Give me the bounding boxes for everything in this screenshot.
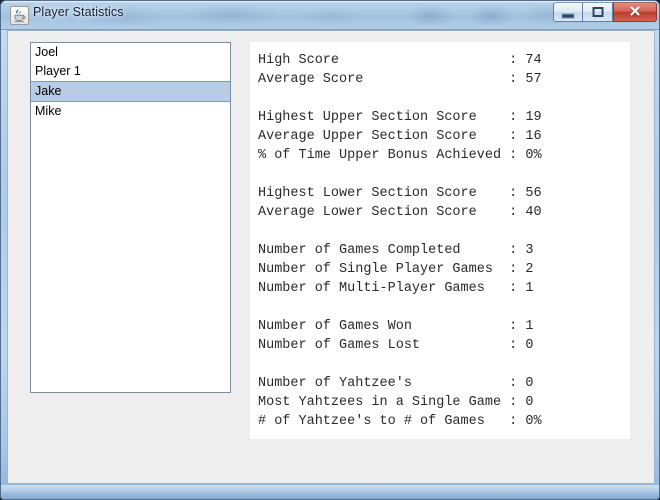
window-bottom-edge <box>1 485 659 499</box>
statistics-panel[interactable]: High Score : 74 Average Score : 57 Highe… <box>250 42 630 439</box>
list-item[interactable]: Joel <box>31 43 230 62</box>
title-bar[interactable]: Player Statistics ✕ <box>1 1 659 30</box>
minimize-button[interactable] <box>553 2 583 22</box>
list-item[interactable]: Player 1 <box>31 62 230 81</box>
java-coffee-cup-icon <box>10 6 29 25</box>
list-item[interactable]: Mike <box>31 102 230 121</box>
window-title: Player Statistics <box>33 5 124 19</box>
application-window: Player Statistics ✕ Joel Player 1 Jake M… <box>0 0 660 500</box>
player-list[interactable]: Joel Player 1 Jake Mike <box>30 42 231 393</box>
client-area: Joel Player 1 Jake Mike High Score : 74 … <box>7 30 655 484</box>
statistics-text: High Score : 74 Average Score : 57 Highe… <box>258 53 542 429</box>
minimize-icon <box>561 13 575 19</box>
close-button[interactable]: ✕ <box>613 2 657 22</box>
maximize-icon <box>592 7 603 17</box>
maximize-button[interactable] <box>583 2 613 22</box>
list-item[interactable]: Jake <box>31 81 230 102</box>
close-icon: ✕ <box>628 3 642 21</box>
